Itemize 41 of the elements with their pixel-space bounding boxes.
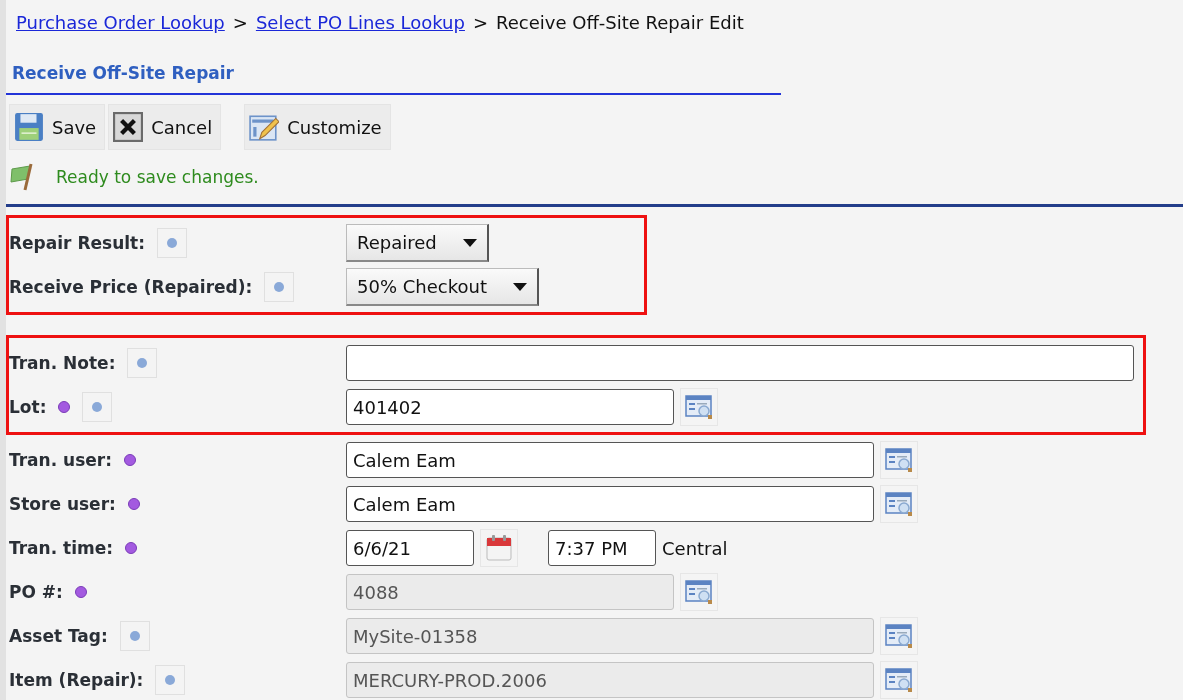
field-label: PO #: <box>9 582 63 602</box>
close-icon <box>113 112 144 142</box>
field-label: Receive Price (Repaired): <box>9 277 253 297</box>
status-message: Ready to save changes. <box>56 167 259 187</box>
text-field[interactable]: Calem Eam <box>346 442 874 478</box>
field-label: Repair Result: <box>9 233 145 253</box>
calendar-icon[interactable] <box>480 529 518 567</box>
save-button[interactable]: Save <box>9 104 106 150</box>
breadcrumb-current: Receive Off-Site Repair Edit <box>496 12 744 33</box>
help-icon[interactable] <box>82 392 113 422</box>
text-field[interactable]: Calem Eam <box>346 486 874 522</box>
caret-icon <box>462 238 477 247</box>
field-label: Lot: <box>9 397 47 417</box>
text-field[interactable] <box>346 345 1134 381</box>
cancel-button[interactable]: Cancel <box>108 104 222 150</box>
field-label: Tran. Note: <box>9 353 116 373</box>
customize-button[interactable]: Customize <box>244 104 391 150</box>
field-label: Store user: <box>9 494 116 514</box>
breadcrumb-link[interactable]: Purchase Order Lookup <box>16 12 225 33</box>
field-label: Tran. time: <box>9 538 114 558</box>
lookup-icon[interactable] <box>680 388 718 426</box>
date-field[interactable]: 6/6/21 <box>346 530 474 566</box>
form-pencil-icon <box>249 112 280 142</box>
field-label: Item (Repair): <box>9 670 144 690</box>
caret-icon <box>512 282 527 291</box>
text-field[interactable]: 401402 <box>346 389 674 425</box>
field-label: Asset Tag: <box>9 626 108 646</box>
help-icon[interactable] <box>127 348 158 378</box>
help-icon[interactable] <box>264 272 295 302</box>
breadcrumb-link[interactable]: Select PO Lines Lookup <box>255 12 465 33</box>
field-label: Tran. user: <box>9 450 112 470</box>
help-icon[interactable] <box>157 228 187 258</box>
time-field[interactable]: 7:37 PM <box>548 530 656 566</box>
lookup-icon[interactable] <box>880 485 918 523</box>
breadcrumb-separator: > <box>232 12 248 33</box>
dropdown-select[interactable]: Repaired <box>346 224 489 262</box>
time-zone: Central <box>662 537 728 559</box>
lookup-icon[interactable] <box>880 441 918 479</box>
page-title: Receive Off-Site Repair <box>6 63 781 95</box>
breadcrumb-separator: > <box>472 12 489 33</box>
dropdown-select[interactable]: 50% Checkout <box>346 268 539 306</box>
